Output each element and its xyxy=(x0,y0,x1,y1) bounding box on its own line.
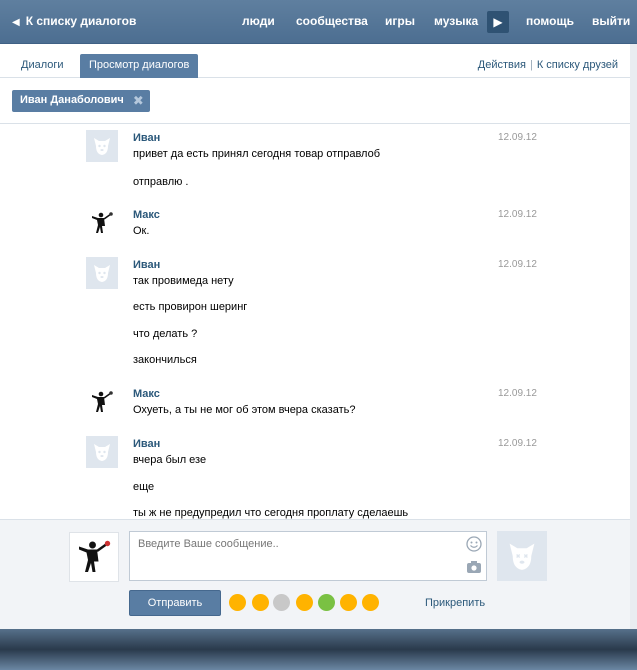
message-date: 12.09.12 xyxy=(498,209,537,220)
message-item: Макс 12.09.12 Охуеть, а ты не мог об это… xyxy=(0,385,630,429)
peer-avatar[interactable] xyxy=(497,531,547,581)
to-friends-link[interactable]: К списку друзей xyxy=(537,59,618,71)
recipient-name: Иван Данаболович xyxy=(20,94,124,106)
message-text: еще xyxy=(133,481,155,493)
message-author[interactable]: Макс xyxy=(133,209,160,221)
tabs-row: Диалоги Просмотр диалогов Действия | К спи… xyxy=(0,44,630,78)
message-author[interactable]: Иван xyxy=(133,132,160,144)
message-text: закончилься xyxy=(133,354,197,366)
message-author[interactable]: Макс xyxy=(133,388,160,400)
nav-games[interactable]: игры xyxy=(385,14,415,28)
nav-music[interactable]: музыка xyxy=(434,14,478,28)
banksy-avatar-icon[interactable] xyxy=(86,386,118,418)
message-text: ты ж не предупредил что сегодня проплату… xyxy=(133,507,409,519)
my-avatar[interactable] xyxy=(69,532,119,582)
emoji-skull-icon[interactable] xyxy=(273,594,290,611)
dog-avatar-icon[interactable] xyxy=(86,130,118,162)
message-item: Иван 12.09.12 вчера был езе еще ты ж не … xyxy=(0,435,630,519)
message-text: есть провирон шеринг xyxy=(133,301,248,313)
message-item: Макс 12.09.12 Ок. xyxy=(0,206,630,250)
nav-communities[interactable]: сообщества xyxy=(296,14,368,28)
smile-icon[interactable] xyxy=(466,536,482,552)
page-scrollbar[interactable] xyxy=(630,44,637,629)
nav-logout[interactable]: выйти xyxy=(592,14,630,28)
close-icon[interactable]: ✖ xyxy=(133,93,144,109)
message-item: Иван 12.09.12 привет да есть принял сего… xyxy=(0,129,630,199)
message-author[interactable]: Иван xyxy=(133,259,160,271)
back-to-dialogs-label: К списку диалогов xyxy=(25,14,137,28)
message-input[interactable]: Введите Ваше сообщение.. xyxy=(129,531,487,581)
message-date: 12.09.12 xyxy=(498,388,537,399)
message-text: Охуеть, а ты не мог об этом вчера сказат… xyxy=(133,404,356,416)
tab-dialogs[interactable]: Диалоги xyxy=(12,54,73,78)
message-text: Ок. xyxy=(133,225,150,237)
play-icon: ▶ xyxy=(493,15,503,29)
back-to-dialogs-link[interactable]: ◀ К списку диалогов xyxy=(12,14,136,28)
tabs-right-links: Действия | К списку друзей xyxy=(478,59,618,71)
message-text: вчера был езе xyxy=(133,454,207,466)
emoji-grin-icon[interactable] xyxy=(252,594,269,611)
emoji-tongue-icon[interactable] xyxy=(229,594,246,611)
tab-view-dialogs[interactable]: Просмотр диалогов xyxy=(80,54,199,78)
dog-avatar-icon[interactable] xyxy=(86,257,118,289)
camera-icon[interactable] xyxy=(466,560,482,574)
message-text: так провимеда нету xyxy=(133,275,234,287)
dog-avatar-icon[interactable] xyxy=(86,436,118,468)
message-date: 12.09.12 xyxy=(498,132,537,143)
message-item: Иван 12.09.12 так провимеда нету есть пр… xyxy=(0,256,630,376)
emoji-laugh-icon[interactable] xyxy=(362,594,379,611)
message-text: отправлю . xyxy=(133,176,189,188)
message-text: что делать ? xyxy=(133,328,198,340)
message-list[interactable]: Иван 12.09.12 привет да есть принял сего… xyxy=(0,124,630,519)
messages-panel: Диалоги Просмотр диалогов Действия | К спи… xyxy=(0,44,630,629)
send-button[interactable]: Отправить xyxy=(129,590,221,616)
message-date: 12.09.12 xyxy=(498,259,537,270)
emoji-flushed-icon[interactable] xyxy=(340,594,357,611)
emoji-lollipop-icon[interactable] xyxy=(318,594,335,611)
message-author[interactable]: Иван xyxy=(133,438,160,450)
nav-people[interactable]: люди xyxy=(242,14,275,28)
play-music-button[interactable]: ▶ xyxy=(487,11,509,33)
message-composer: Введите Ваше сообщение.. Отправить Прикр… xyxy=(0,519,630,629)
link-separator: | xyxy=(529,59,533,71)
message-date: 12.09.12 xyxy=(498,438,537,449)
message-text: привет да есть принял сегодня товар отпр… xyxy=(133,148,381,160)
recipient-chip[interactable]: Иван Данаболович ✖ xyxy=(12,90,150,112)
desktop-background xyxy=(0,629,637,670)
banksy-avatar-icon[interactable] xyxy=(86,207,118,239)
emoji-blush-icon[interactable] xyxy=(296,594,313,611)
top-navigation-bar: ◀ К списку диалогов люди сообщества игры … xyxy=(0,0,637,44)
chevron-left-icon: ◀ xyxy=(12,17,20,28)
actions-link[interactable]: Действия xyxy=(478,59,526,71)
recipient-row: Иван Данаболович ✖ xyxy=(0,78,630,124)
attach-link[interactable]: Прикрепить xyxy=(425,597,485,609)
nav-help[interactable]: помощь xyxy=(526,14,574,28)
